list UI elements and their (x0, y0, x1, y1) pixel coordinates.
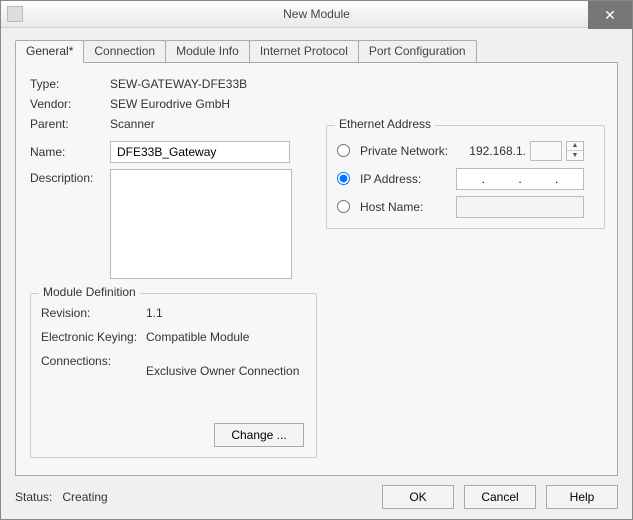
tab-connection[interactable]: Connection (83, 40, 166, 62)
value-connections: Exclusive Owner Connection (146, 354, 299, 378)
label-status: Status: (15, 490, 52, 504)
tab-panel-general: Type: SEW-GATEWAY-DFE33B Vendor: SEW Eur… (15, 62, 618, 476)
label-vendor: Vendor: (30, 97, 110, 111)
private-network-prefix: 192.168.1. (469, 144, 526, 158)
legend-ethernet: Ethernet Address (335, 117, 435, 131)
group-module-definition: Module Definition Revision: 1.1 Electron… (30, 293, 317, 458)
label-revision: Revision: (41, 306, 146, 320)
close-button[interactable]: ✕ (588, 1, 632, 29)
label-private-network: Private Network: (360, 144, 460, 158)
value-parent: Scanner (110, 117, 155, 131)
tab-port-configuration[interactable]: Port Configuration (358, 40, 477, 62)
row-ip-address: IP Address: (337, 172, 594, 186)
row-keying: Electronic Keying: Compatible Module (41, 330, 306, 344)
label-parent: Parent: (30, 117, 110, 131)
name-input[interactable] (110, 141, 290, 163)
label-ip-address: IP Address: (360, 172, 460, 186)
value-type: SEW-GATEWAY-DFE33B (110, 77, 247, 91)
host-name-input[interactable] (456, 196, 584, 218)
content-area: General* Connection Module Info Internet… (1, 28, 632, 476)
row-host-name: Host Name: (337, 200, 594, 214)
radio-private-network[interactable] (337, 144, 350, 157)
value-vendor: SEW Eurodrive GmbH (110, 97, 230, 111)
label-connections: Connections: (41, 354, 146, 378)
tab-internet-protocol[interactable]: Internet Protocol (249, 40, 359, 62)
change-button[interactable]: Change ... (214, 423, 304, 447)
row-revision: Revision: 1.1 (41, 306, 306, 320)
label-description: Description: (30, 169, 110, 185)
label-type: Type: (30, 77, 110, 91)
value-keying: Compatible Module (146, 330, 249, 344)
chevron-up-icon[interactable]: ▲ (567, 142, 583, 152)
row-type: Type: SEW-GATEWAY-DFE33B (30, 77, 603, 91)
cancel-button[interactable]: Cancel (464, 485, 536, 509)
private-network-spinner[interactable]: ▲ ▼ (566, 141, 584, 161)
window: New Module ✕ General* Connection Module … (0, 0, 633, 520)
close-icon: ✕ (604, 7, 616, 24)
label-host-name: Host Name: (360, 200, 460, 214)
ok-button[interactable]: OK (382, 485, 454, 509)
help-button[interactable]: Help (546, 485, 618, 509)
tab-general[interactable]: General* (15, 40, 84, 63)
system-icon (7, 6, 23, 22)
radio-host-name[interactable] (337, 200, 350, 213)
description-input[interactable] (110, 169, 292, 279)
private-network-octet-input[interactable] (530, 141, 562, 161)
row-connections: Connections: Exclusive Owner Connection (41, 354, 306, 378)
footer: Status: Creating OK Cancel Help (1, 476, 632, 519)
private-network-controls: 192.168.1. ▲ ▼ (469, 141, 584, 161)
legend-module-definition: Module Definition (39, 285, 140, 299)
value-revision: 1.1 (146, 306, 163, 320)
window-title: New Module (1, 7, 632, 21)
titlebar: New Module ✕ (1, 1, 632, 28)
chevron-down-icon[interactable]: ▼ (567, 151, 583, 160)
ip-address-input[interactable] (456, 168, 584, 190)
row-private-network: Private Network: 192.168.1. ▲ ▼ (337, 144, 594, 158)
tab-module-info[interactable]: Module Info (165, 40, 250, 62)
row-vendor: Vendor: SEW Eurodrive GmbH (30, 97, 603, 111)
radio-ip-address[interactable] (337, 172, 350, 185)
value-status: Creating (62, 490, 107, 504)
group-ethernet-address: Ethernet Address Private Network: 192.16… (326, 125, 605, 229)
label-name: Name: (30, 145, 110, 159)
tab-strip: General* Connection Module Info Internet… (15, 40, 618, 62)
label-keying: Electronic Keying: (41, 330, 146, 344)
